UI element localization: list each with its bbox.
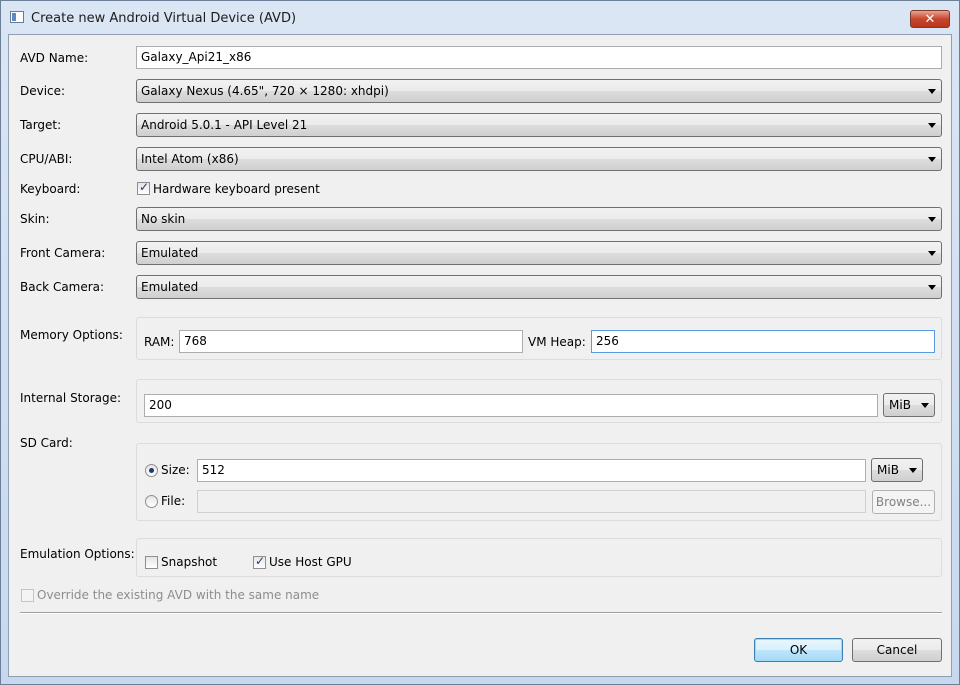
- sd-size-radio[interactable]: [145, 464, 158, 477]
- chevron-down-icon: [928, 123, 936, 128]
- back-camera-label: Back Camera:: [20, 280, 105, 294]
- cpu-abi-value: Intel Atom (x86): [141, 152, 239, 166]
- sd-size-unit-value: MiB: [877, 463, 899, 477]
- cpu-abi-label: CPU/ABI:: [20, 152, 73, 166]
- front-camera-value: Emulated: [141, 246, 199, 260]
- sd-file-label[interactable]: File:: [161, 494, 185, 508]
- avd-name-label: AVD Name:: [20, 51, 89, 65]
- internal-storage-group: 200 MiB: [136, 379, 942, 423]
- emulation-options-group: Snapshot Use Host GPU: [136, 538, 942, 577]
- keyboard-label: Keyboard:: [20, 182, 81, 196]
- sd-card-label: SD Card:: [20, 436, 73, 450]
- ram-input[interactable]: 768: [179, 330, 523, 353]
- chevron-down-icon: [921, 403, 929, 408]
- vm-heap-label: VM Heap:: [528, 335, 586, 349]
- chevron-down-icon: [928, 251, 936, 256]
- separator: [20, 612, 942, 614]
- dialog-window: Create new Android Virtual Device (AVD) …: [0, 0, 960, 685]
- emulation-options-label: Emulation Options:: [20, 547, 135, 561]
- snapshot-label[interactable]: Snapshot: [161, 555, 217, 569]
- sd-size-label[interactable]: Size:: [161, 463, 190, 477]
- host-gpu-checkbox[interactable]: [253, 554, 266, 569]
- sd-card-group: Size: 512 MiB File: Browse...: [136, 443, 942, 521]
- snapshot-checkbox[interactable]: [145, 556, 158, 569]
- memory-options-group: RAM: 768 VM Heap: 256: [136, 317, 942, 360]
- chevron-down-icon: [909, 468, 917, 473]
- back-camera-select[interactable]: Emulated: [136, 275, 942, 299]
- close-button[interactable]: ✕: [910, 10, 950, 28]
- device-value: Galaxy Nexus (4.65", 720 × 1280: xhdpi): [141, 84, 389, 98]
- cancel-button[interactable]: Cancel: [852, 638, 942, 662]
- ram-label: RAM:: [144, 335, 175, 349]
- chevron-down-icon: [928, 217, 936, 222]
- browse-button[interactable]: Browse...: [872, 490, 935, 514]
- front-camera-select[interactable]: Emulated: [136, 241, 942, 265]
- internal-storage-unit-value: MiB: [889, 398, 911, 412]
- override-checkbox[interactable]: [21, 589, 34, 602]
- keyboard-checkbox[interactable]: [137, 180, 150, 195]
- internal-storage-input[interactable]: 200: [144, 394, 878, 417]
- vm-heap-input[interactable]: 256: [591, 330, 935, 353]
- dialog-body: AVD Name: Galaxy_Api21_x86 Device: Galax…: [8, 34, 952, 677]
- internal-storage-label: Internal Storage:: [20, 391, 122, 405]
- sd-size-input[interactable]: 512: [197, 459, 866, 482]
- window-icon: [10, 11, 24, 23]
- close-icon: ✕: [924, 12, 936, 27]
- skin-label: Skin:: [20, 212, 50, 226]
- sd-size-unit-select[interactable]: MiB: [871, 458, 923, 482]
- target-label: Target:: [20, 118, 62, 132]
- host-gpu-label[interactable]: Use Host GPU: [269, 555, 352, 569]
- window-title: Create new Android Virtual Device (AVD): [31, 11, 297, 26]
- sd-file-radio[interactable]: [145, 495, 158, 508]
- sd-file-input[interactable]: [197, 490, 866, 513]
- ok-button[interactable]: OK: [754, 638, 843, 662]
- device-label: Device:: [20, 84, 66, 98]
- front-camera-label: Front Camera:: [20, 246, 106, 260]
- keyboard-checkbox-label[interactable]: Hardware keyboard present: [153, 182, 320, 196]
- chevron-down-icon: [928, 157, 936, 162]
- avd-name-input[interactable]: Galaxy_Api21_x86: [136, 46, 942, 69]
- internal-storage-unit-select[interactable]: MiB: [883, 393, 935, 417]
- back-camera-value: Emulated: [141, 280, 199, 294]
- target-value: Android 5.0.1 - API Level 21: [141, 118, 308, 132]
- target-select[interactable]: Android 5.0.1 - API Level 21: [136, 113, 942, 137]
- chevron-down-icon: [928, 89, 936, 94]
- chevron-down-icon: [928, 285, 936, 290]
- cpu-abi-select[interactable]: Intel Atom (x86): [136, 147, 942, 171]
- title-bar[interactable]: Create new Android Virtual Device (AVD) …: [1, 1, 959, 35]
- skin-select[interactable]: No skin: [136, 207, 942, 231]
- skin-value: No skin: [141, 212, 186, 226]
- memory-options-label: Memory Options:: [20, 328, 123, 342]
- override-label: Override the existing AVD with the same …: [37, 588, 320, 602]
- device-select[interactable]: Galaxy Nexus (4.65", 720 × 1280: xhdpi): [136, 79, 942, 103]
